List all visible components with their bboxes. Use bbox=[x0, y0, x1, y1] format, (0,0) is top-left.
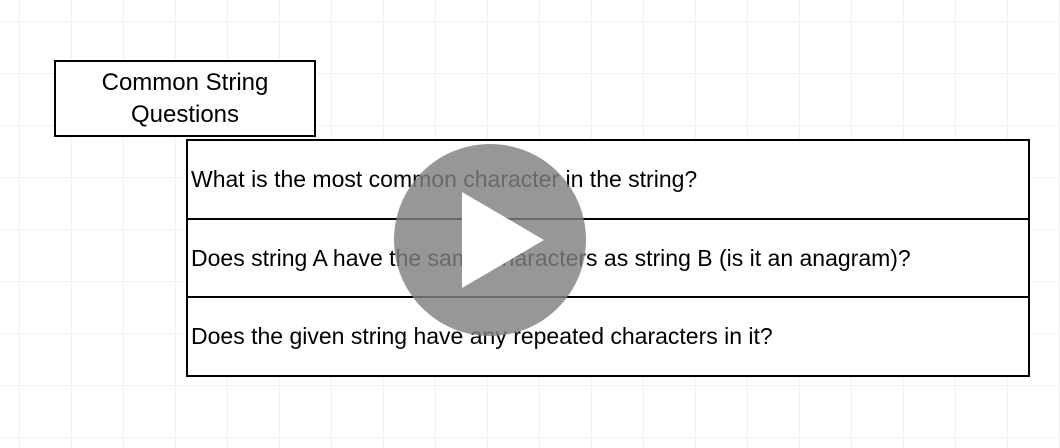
question-list: What is the most common character in the… bbox=[186, 139, 1030, 377]
question-row-2: Does string A have the same characters a… bbox=[188, 217, 1028, 297]
diagram-title-box: Common String Questions bbox=[54, 60, 316, 137]
question-row-1: What is the most common character in the… bbox=[191, 165, 698, 192]
video-play-button[interactable] bbox=[394, 144, 586, 336]
play-icon bbox=[462, 192, 544, 288]
diagram-title: Common String Questions bbox=[101, 68, 269, 128]
question-row-3: Does the given string have any repeated … bbox=[188, 296, 1028, 375]
